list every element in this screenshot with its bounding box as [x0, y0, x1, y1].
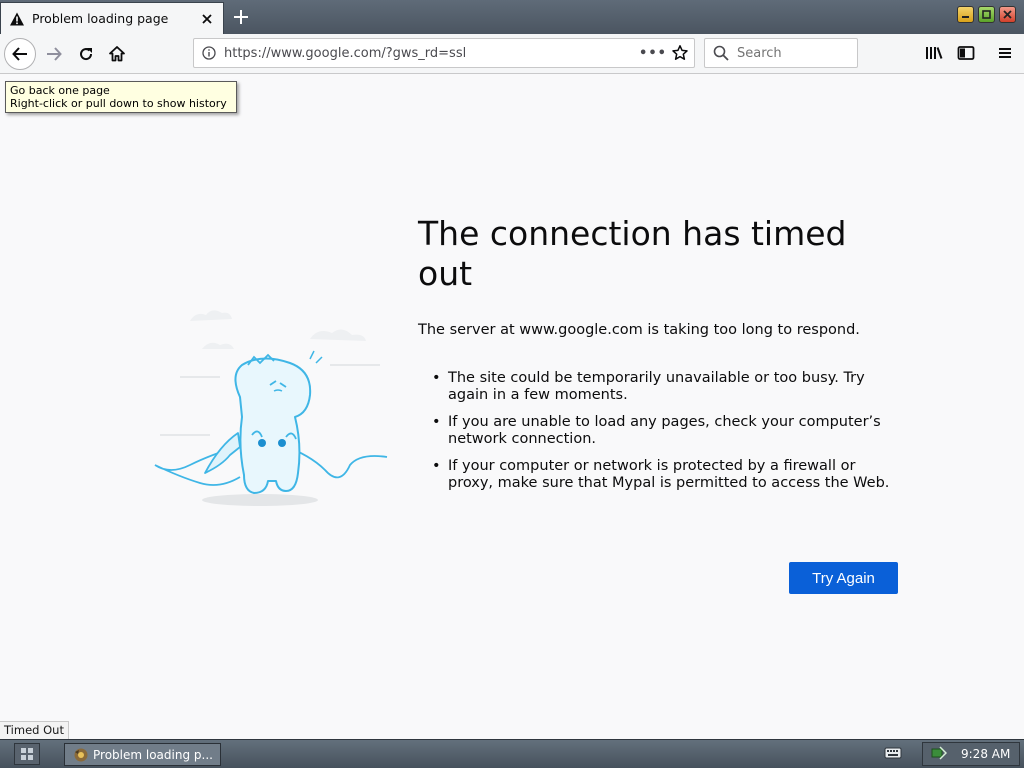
navigation-toolbar: https://www.google.com/?gws_rd=ssl ••• S… — [0, 34, 1024, 74]
network-icon[interactable] — [931, 745, 948, 764]
tab-active[interactable]: Problem loading page — [0, 2, 224, 34]
search-placeholder: Search — [737, 45, 782, 61]
list-item: If you are unable to load any pages, che… — [432, 414, 902, 448]
try-again-button[interactable]: Try Again — [789, 562, 898, 594]
reload-button[interactable] — [70, 38, 102, 70]
start-button[interactable] — [14, 743, 40, 765]
page-actions-icon[interactable]: ••• — [639, 46, 666, 61]
warning-icon — [9, 11, 25, 27]
system-tray: 9:28 AM — [922, 742, 1020, 766]
error-suggestions-list: The site could be temporarily unavailabl… — [432, 370, 902, 502]
unplugged-dinosaur-icon — [154, 310, 388, 506]
start-menu-icon — [21, 748, 33, 760]
back-button-tooltip: Go back one page Right-click or pull dow… — [5, 81, 237, 113]
window-controls — [957, 6, 1016, 23]
menu-button[interactable] — [990, 38, 1020, 68]
url-text[interactable]: https://www.google.com/?gws_rd=ssl — [224, 46, 640, 61]
sidebar-button[interactable] — [951, 38, 981, 68]
search-bar[interactable]: Search — [704, 38, 858, 68]
library-button[interactable] — [919, 38, 949, 68]
taskbar-item-label: Problem loading p... — [93, 747, 213, 762]
maximize-button[interactable] — [978, 6, 995, 23]
error-illustration — [150, 305, 395, 510]
reload-icon — [80, 48, 93, 61]
error-title: The connection has timed out — [418, 214, 847, 293]
tab-strip: Problem loading page — [0, 0, 1024, 34]
list-item: The site could be temporarily unavailabl… — [432, 370, 902, 404]
tooltip-line-1: Go back one page — [10, 84, 110, 97]
status-panel: Timed Out — [0, 721, 69, 739]
close-tab-icon[interactable] — [199, 11, 215, 27]
back-arrow-icon — [12, 47, 27, 61]
browser-app-icon — [73, 747, 89, 763]
bookmark-star-icon[interactable] — [666, 44, 694, 62]
close-window-button[interactable] — [999, 6, 1016, 23]
taskbar-item-browser[interactable]: Problem loading p... — [64, 743, 221, 766]
new-tab-button[interactable] — [228, 4, 254, 30]
list-item: If your computer or network is protected… — [432, 458, 902, 492]
home-button[interactable] — [101, 38, 133, 70]
minimize-button[interactable] — [957, 6, 974, 23]
keyboard-icon[interactable] — [884, 746, 902, 762]
back-button[interactable] — [4, 38, 36, 70]
search-icon — [713, 45, 729, 61]
sidebar-icon — [957, 46, 975, 60]
taskbar: Problem loading p... 9:28 AM — [0, 739, 1024, 768]
hamburger-menu-icon — [999, 48, 1011, 58]
url-bar[interactable]: https://www.google.com/?gws_rd=ssl ••• — [193, 38, 695, 68]
tooltip-line-2: Right-click or pull down to show history — [10, 97, 227, 110]
library-icon — [926, 47, 943, 59]
error-short-description: The server at www.google.com is taking t… — [418, 322, 860, 338]
tab-title: Problem loading page — [32, 11, 169, 26]
clock[interactable]: 9:28 AM — [961, 747, 1010, 761]
site-info-icon[interactable] — [194, 46, 224, 60]
forward-arrow-icon — [47, 47, 62, 61]
forward-button[interactable] — [38, 38, 70, 70]
home-icon — [109, 46, 125, 62]
